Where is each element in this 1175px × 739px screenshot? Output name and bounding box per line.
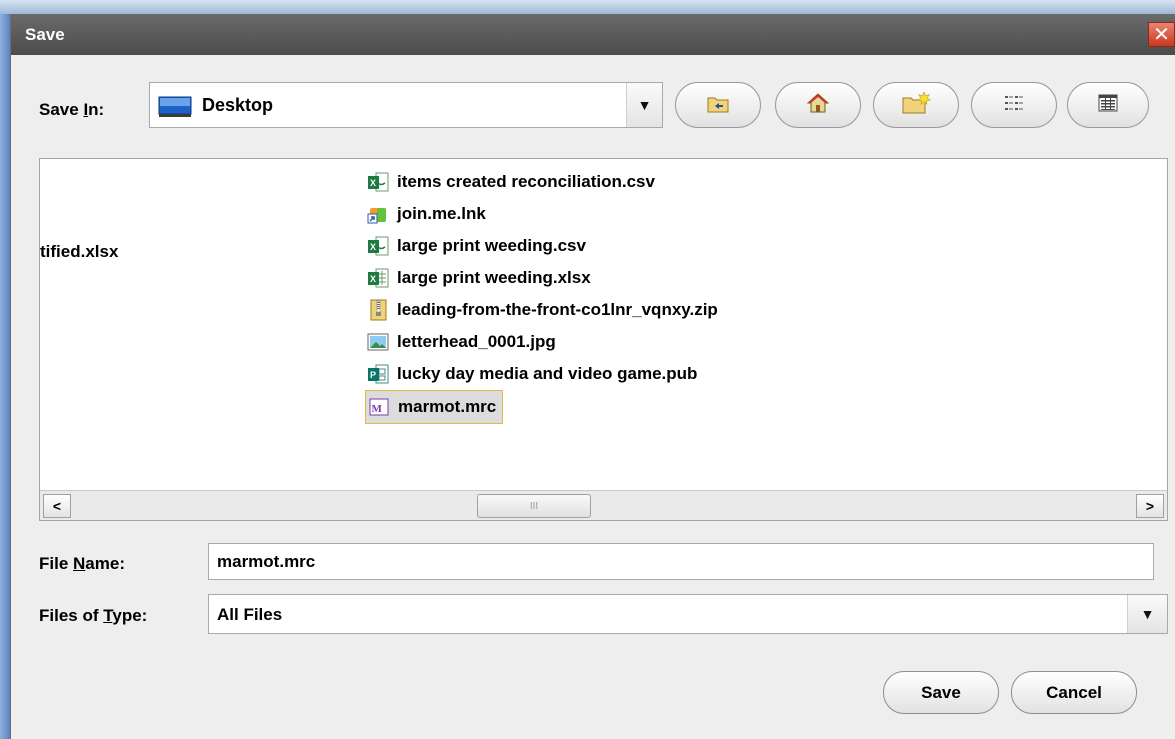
file-list[interactable]: tified.xlsx X items created reconciliati… <box>39 158 1168 521</box>
cancel-button[interactable]: Cancel <box>1011 671 1137 714</box>
chevron-down-icon: ▼ <box>637 97 652 113</box>
list-view-icon <box>1004 94 1024 117</box>
desktop-icon <box>158 96 192 123</box>
details-view-button[interactable] <box>1067 82 1149 128</box>
file-name-text: large print weeding.csv <box>397 236 586 255</box>
home-button[interactable] <box>775 82 861 128</box>
zip-icon <box>367 299 389 321</box>
svg-text:M: M <box>372 403 383 415</box>
create-new-folder-button[interactable] <box>873 82 959 128</box>
save-button[interactable]: Save <box>883 671 999 714</box>
save-in-value: Desktop <box>202 95 274 115</box>
excel-csv-icon: X <box>367 171 389 193</box>
file-type-value: All Files <box>217 605 283 624</box>
horizontal-scrollbar[interactable]: < III > <box>40 490 1167 520</box>
excel-xlsx-icon: X <box>367 267 389 289</box>
file-name-text: letterhead_0001.jpg <box>397 332 556 351</box>
save-in-dropdown-button[interactable]: ▼ <box>626 83 662 127</box>
create-new-folder-icon <box>901 90 932 120</box>
file-name-label: File Name: <box>39 554 125 573</box>
image-icon <box>367 331 389 353</box>
background-window-strip <box>0 0 1175 14</box>
close-button[interactable]: ✕ <box>1148 22 1175 47</box>
background-desktop-edge <box>0 14 10 739</box>
chevron-right-icon: > <box>1145 498 1155 514</box>
file-name-text: tified.xlsx <box>40 242 119 261</box>
scroll-right-button[interactable]: > <box>1136 494 1164 518</box>
list-item-partial[interactable]: tified.xlsx <box>40 236 124 268</box>
shortcut-icon <box>367 203 389 225</box>
file-type-combobox[interactable]: All Files ▼ <box>208 594 1168 634</box>
svg-text:X: X <box>370 242 376 252</box>
svg-text:X: X <box>370 274 376 284</box>
file-name-text: join.me.lnk <box>397 204 486 223</box>
list-item[interactable]: X items created reconciliation.csv <box>365 166 661 198</box>
file-name-text: lucky day media and video game.pub <box>397 364 698 383</box>
title-bar[interactable]: Save ✕ <box>11 14 1175 55</box>
list-item[interactable]: join.me.lnk <box>365 198 492 230</box>
list-item[interactable]: X large print weeding.csv <box>365 230 592 262</box>
list-item-selected[interactable]: M marmot.mrc <box>365 390 504 424</box>
scroll-thumb[interactable]: III <box>477 494 591 518</box>
details-view-icon <box>1098 94 1118 117</box>
dialog-title: Save <box>25 25 65 44</box>
file-name-text: marmot.mrc <box>398 397 497 416</box>
list-item[interactable]: P lucky day media and video game.pub <box>365 358 703 390</box>
file-name-input[interactable]: marmot.mrc <box>208 543 1154 580</box>
list-view-button[interactable] <box>971 82 1057 128</box>
file-name-text: items created reconciliation.csv <box>397 172 655 191</box>
list-item[interactable]: X large print weeding.xlsx <box>365 262 597 294</box>
file-type-dropdown-button[interactable]: ▼ <box>1127 595 1167 633</box>
svg-text:X: X <box>370 178 376 188</box>
grip-icon: III <box>529 500 539 512</box>
save-dialog: Save ✕ Save In: Desktop ▼ tified.xlsx X … <box>10 14 1175 739</box>
file-name-text: leading-from-the-front-co1lnr_vqnxy.zip <box>397 300 718 319</box>
home-icon <box>806 92 830 119</box>
scroll-left-button[interactable]: < <box>43 494 71 518</box>
svg-text:P: P <box>370 370 376 380</box>
excel-csv-icon: X <box>367 235 389 257</box>
list-item[interactable]: letterhead_0001.jpg <box>365 326 562 358</box>
save-in-combobox[interactable]: Desktop ▼ <box>149 82 663 128</box>
file-type-label: Files of Type: <box>39 606 148 625</box>
save-in-label: Save In: <box>39 100 105 119</box>
up-one-level-button[interactable] <box>675 82 761 128</box>
chevron-left-icon: < <box>52 498 62 514</box>
marc-file-icon: M <box>368 396 390 418</box>
publisher-icon: P <box>367 363 389 385</box>
file-name-value: marmot.mrc <box>217 551 316 571</box>
cancel-button-label: Cancel <box>1046 682 1102 702</box>
chevron-down-icon: ▼ <box>1140 606 1155 622</box>
up-one-level-icon <box>706 93 730 118</box>
list-item[interactable]: leading-from-the-front-co1lnr_vqnxy.zip <box>365 294 724 326</box>
close-icon: ✕ <box>1153 24 1170 46</box>
file-name-text: large print weeding.xlsx <box>397 268 591 287</box>
save-button-label: Save <box>921 682 961 702</box>
